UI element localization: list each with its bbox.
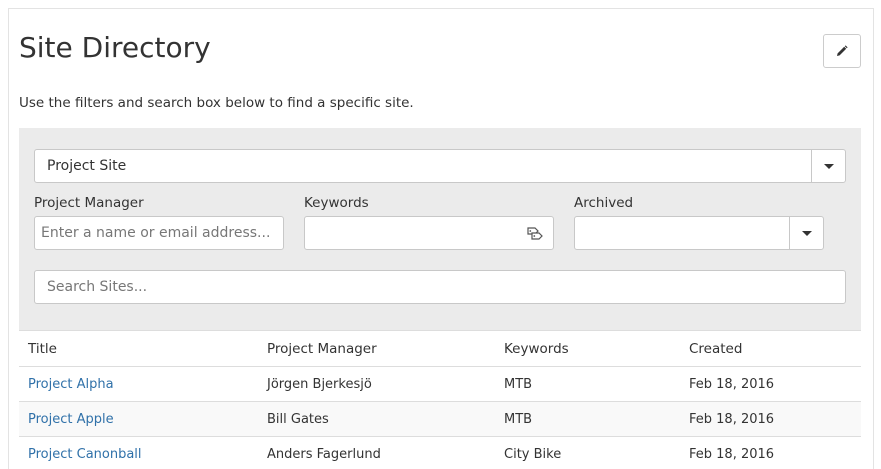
site-link[interactable]: Project Alpha xyxy=(28,377,114,392)
caret-down-icon xyxy=(823,163,834,169)
project-manager-label: Project Manager xyxy=(34,195,144,211)
keywords-input[interactable] xyxy=(304,216,554,250)
cell-created: Feb 18, 2016 xyxy=(680,366,861,402)
column-header-created[interactable]: Created xyxy=(680,330,861,367)
table-row: Project Apple Bill Gates MTB Feb 18, 201… xyxy=(19,401,861,437)
tags-icon[interactable] xyxy=(526,226,544,242)
cell-keywords: MTB xyxy=(495,366,680,402)
table-row: Project Alpha Jörgen Bjerkesjö MTB Feb 1… xyxy=(19,366,861,402)
cell-project-manager: Bill Gates xyxy=(258,401,495,437)
project-manager-input[interactable] xyxy=(34,216,284,250)
column-header-title[interactable]: Title xyxy=(19,330,258,367)
site-type-select[interactable]: Project Site xyxy=(34,149,846,183)
search-sites-input[interactable] xyxy=(34,270,846,304)
table-row: Project Canonball Anders Fagerlund City … xyxy=(19,436,861,469)
archived-dropdown-toggle[interactable] xyxy=(789,217,823,249)
table-header-row: Title Project Manager Keywords Created xyxy=(19,330,861,367)
column-header-keywords[interactable]: Keywords xyxy=(495,330,680,367)
archived-select[interactable] xyxy=(574,216,824,250)
keywords-label: Keywords xyxy=(304,195,369,211)
cell-keywords: MTB xyxy=(495,401,680,437)
cell-project-manager: Anders Fagerlund xyxy=(258,436,495,469)
cell-title: Project Apple xyxy=(19,401,258,437)
page-title: Site Directory xyxy=(19,31,211,64)
page-subtitle: Use the filters and search box below to … xyxy=(19,95,414,111)
cell-created: Feb 18, 2016 xyxy=(680,401,861,437)
site-link[interactable]: Project Apple xyxy=(28,412,114,427)
archived-label: Archived xyxy=(574,195,634,211)
site-type-value: Project Site xyxy=(47,158,127,174)
cell-title: Project Canonball xyxy=(19,436,258,469)
edit-button[interactable] xyxy=(823,34,861,68)
column-header-project-manager[interactable]: Project Manager xyxy=(258,330,495,367)
site-link[interactable]: Project Canonball xyxy=(28,447,142,462)
cell-project-manager: Jörgen Bjerkesjö xyxy=(258,366,495,402)
caret-down-icon xyxy=(801,230,812,236)
site-type-dropdown-toggle[interactable] xyxy=(811,150,845,182)
sites-table: Title Project Manager Keywords Created P… xyxy=(19,330,861,469)
cell-keywords: City Bike xyxy=(495,436,680,469)
cell-title: Project Alpha xyxy=(19,366,258,402)
pencil-icon xyxy=(837,45,848,56)
cell-created: Feb 18, 2016 xyxy=(680,436,861,469)
